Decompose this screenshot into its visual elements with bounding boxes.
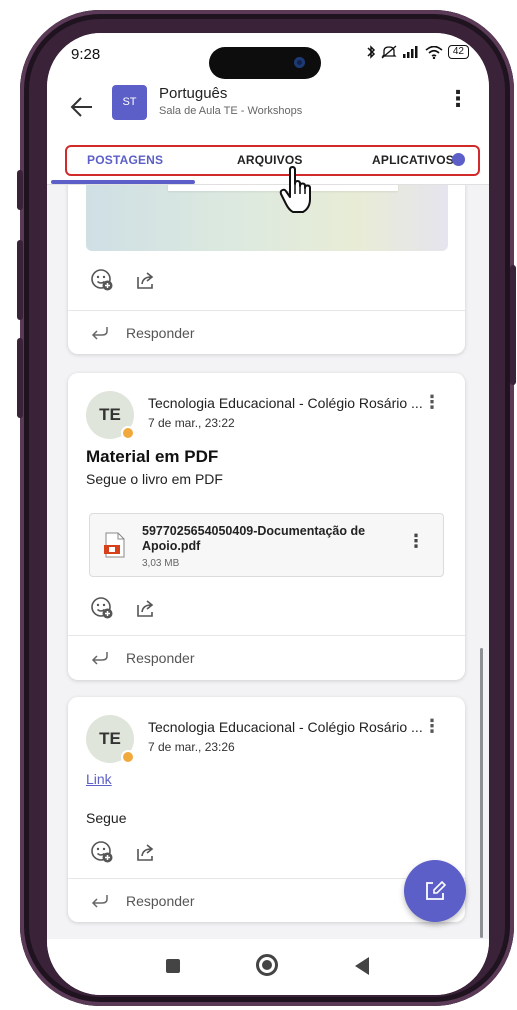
battery-icon: 42 [447, 45, 469, 59]
author-name[interactable]: Tecnologia Educacional - Colégio Rosário… [148, 719, 423, 735]
post-more-button[interactable]: ⋮ [423, 393, 441, 411]
new-post-button[interactable] [404, 860, 466, 922]
arrow-left-icon [70, 97, 92, 117]
reply-icon [91, 895, 108, 908]
file-more-button[interactable]: ⋮ [407, 532, 425, 550]
power-button [510, 265, 516, 385]
reaction-row [90, 596, 158, 620]
notification-dot [452, 153, 465, 166]
post-body: Segue [86, 810, 127, 826]
channel-name: Português [159, 85, 228, 102]
share-icon[interactable] [134, 596, 158, 620]
more-options-button[interactable]: ⋮ [447, 88, 469, 110]
reply-label: Responder [126, 650, 195, 666]
team-name: Sala de Aula TE - Workshops [159, 105, 303, 117]
bluetooth-icon [367, 45, 375, 59]
reply-icon [91, 652, 108, 665]
file-size: 3,03 MB [142, 558, 180, 569]
tab-arquivos[interactable]: ARQUIVOS [237, 153, 303, 167]
pdf-file-icon [104, 532, 125, 558]
compose-icon [426, 880, 446, 900]
post-more-button[interactable]: ⋮ [423, 717, 441, 735]
tab-bar: POSTAGENS ARQUIVOS APLICATIVOS [47, 135, 489, 185]
reply-icon [91, 327, 108, 340]
home-button[interactable] [256, 954, 278, 976]
hand-cursor-icon [279, 166, 311, 213]
reply-row[interactable]: Responder [68, 310, 465, 354]
post-card: TE Tecnologia Educacional - Colégio Rosá… [68, 373, 465, 680]
volume-button [17, 170, 23, 210]
reaction-row [90, 268, 158, 292]
add-reaction-icon[interactable] [90, 268, 114, 292]
wifi-icon [425, 45, 443, 59]
signal-icon [402, 46, 418, 58]
camera-icon [294, 57, 305, 68]
recents-button[interactable] [166, 959, 180, 973]
post-link[interactable]: Link [86, 771, 112, 787]
away-status-icon [121, 750, 135, 764]
file-attachment[interactable]: 5977025654050409-Documentação de Apoio.p… [89, 513, 444, 577]
camera-notch [209, 47, 321, 79]
scrollbar[interactable] [480, 648, 483, 938]
away-status-icon [121, 426, 135, 440]
volume-button [17, 240, 23, 320]
volume-button [17, 338, 23, 418]
share-icon[interactable] [134, 840, 158, 864]
avatar[interactable]: TE [86, 391, 135, 440]
app-bar: ST Português Sala de Aula TE - Workshops… [47, 79, 489, 135]
back-button[interactable] [65, 89, 99, 123]
share-icon[interactable] [134, 268, 158, 292]
mute-icon [381, 45, 397, 59]
post-body: Segue o livro em PDF [86, 471, 223, 487]
status-bar: 9:28 42 [47, 33, 489, 79]
status-icons: 42 [366, 45, 469, 59]
system-back-button[interactable] [355, 957, 369, 975]
reaction-row [90, 840, 158, 864]
tab-postagens[interactable]: POSTAGENS [87, 153, 163, 167]
file-name: 5977025654050409-Documentação de Apoio.p… [142, 524, 366, 553]
post-title: Material em PDF [86, 447, 219, 466]
author-name[interactable]: Tecnologia Educacional - Colégio Rosário… [148, 395, 423, 411]
posts-feed[interactable]: Responder TE Tecnologia Educacional - Co… [47, 185, 489, 939]
link-preview-image[interactable] [86, 185, 448, 251]
add-reaction-icon[interactable] [90, 840, 114, 864]
reply-label: Responder [126, 893, 195, 909]
avatar[interactable]: TE [86, 715, 135, 764]
system-nav-bar [47, 939, 489, 995]
active-tab-indicator [51, 180, 195, 184]
post-timestamp: 7 de mar., 23:26 [148, 740, 235, 754]
post-card: Responder [68, 185, 465, 354]
reply-label: Responder [126, 325, 195, 341]
tab-aplicativos[interactable]: APLICATIVOS [372, 153, 454, 167]
status-time: 9:28 [71, 46, 101, 63]
avatar-initials: TE [99, 405, 121, 424]
reply-row[interactable]: Responder [68, 635, 465, 679]
add-reaction-icon[interactable] [90, 596, 114, 620]
post-timestamp: 7 de mar., 23:22 [148, 416, 235, 430]
team-avatar: ST [112, 85, 147, 120]
avatar-initials: TE [99, 729, 121, 748]
phone-screen: 9:28 42 ST Português Sala de Aula TE - W… [47, 33, 489, 995]
